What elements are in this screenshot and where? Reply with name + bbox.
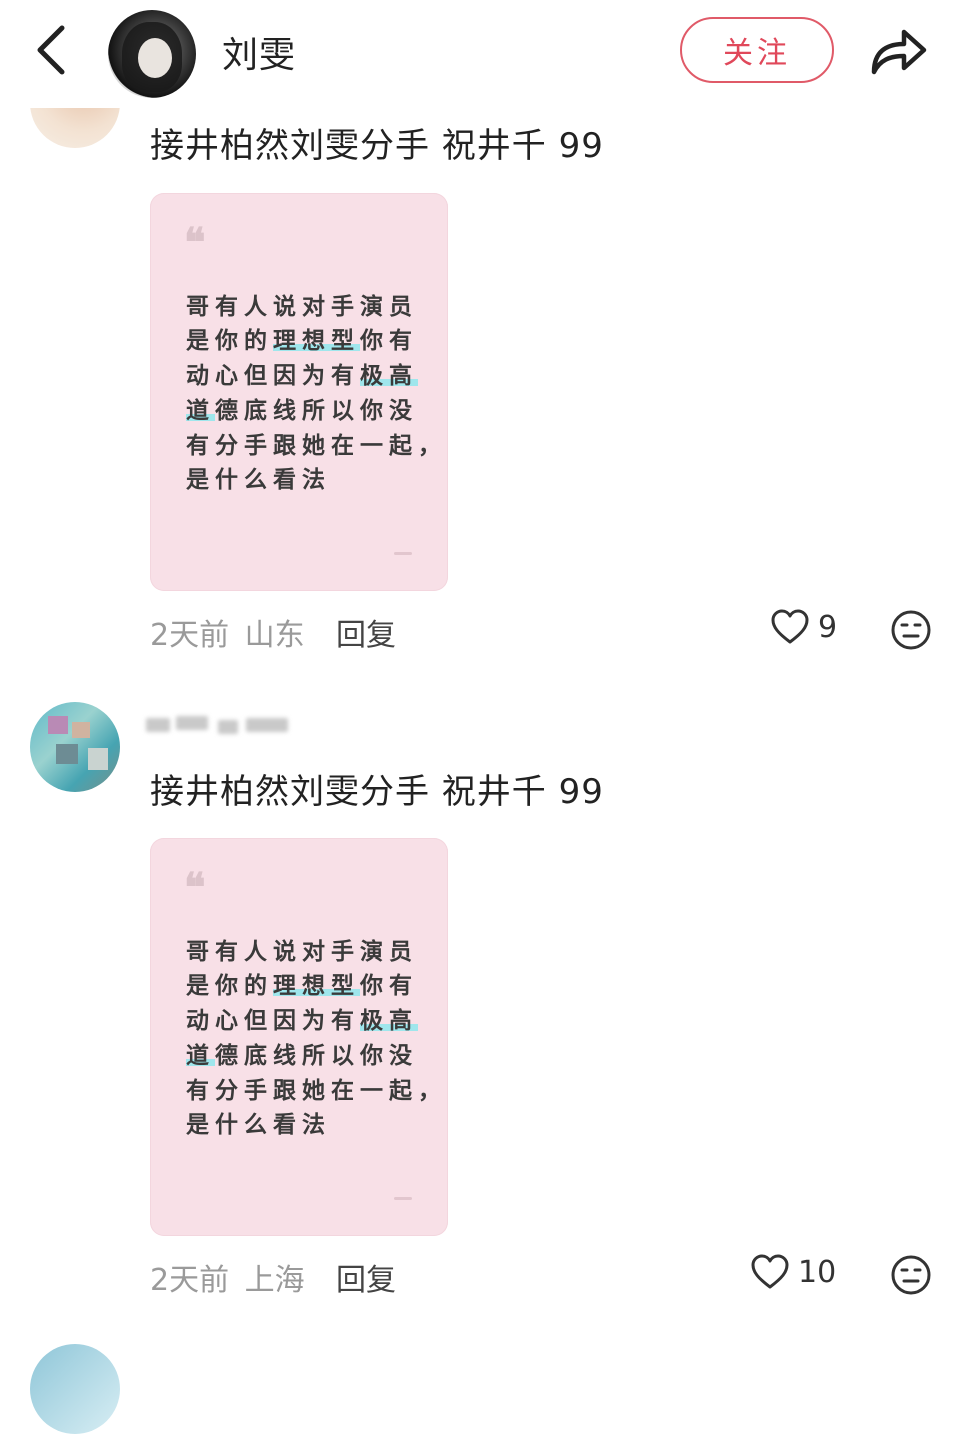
card-line: 道德底线所以你没 <box>186 398 418 424</box>
comment-location: 山东 <box>244 618 305 653</box>
commenter-avatar[interactable] <box>30 1344 120 1434</box>
dislike-button[interactable] <box>890 609 932 651</box>
like-button[interactable]: 9 <box>770 608 837 646</box>
quote-icon: ❝ <box>184 219 206 266</box>
avatar-mosaic <box>56 744 78 764</box>
highlight-mark: 道 <box>186 1043 215 1069</box>
share-arrow-icon <box>871 29 927 75</box>
highlight-mark: 极高 <box>360 1008 418 1034</box>
follow-button[interactable]: 关注 <box>680 17 834 83</box>
commenter-avatar[interactable] <box>30 702 120 792</box>
card-line: 哥有人说对手演员 <box>186 294 418 320</box>
card-line: 有分手跟她在一起， <box>186 1078 447 1104</box>
comment-text: 接井柏然刘雯分手 祝井千 99 <box>150 772 604 812</box>
card-line: 是什么看法 <box>186 1112 331 1138</box>
chevron-left-icon <box>37 25 65 75</box>
heart-icon <box>751 1254 789 1289</box>
back-button[interactable] <box>30 22 74 78</box>
comment-meta: 2天前 山东 <box>150 610 305 654</box>
like-button[interactable]: 10 <box>750 1253 836 1291</box>
question-card[interactable]: ❝ 哥有人说对手演员 是你的理想型你有 动心但因为有极高 道德底线所以你没 有分… <box>150 193 448 591</box>
card-line: 是你的理想型你有 <box>186 973 418 999</box>
card-line: 是你的理想型你有 <box>186 321 418 355</box>
card-line: 动心但因为有极高 <box>186 1008 418 1034</box>
highlight-mark: 道 <box>186 398 215 424</box>
avatar-mosaic <box>48 716 68 734</box>
share-button[interactable] <box>866 22 930 78</box>
card-dash <box>394 1197 412 1200</box>
comment-time: 2天前 <box>150 1263 230 1298</box>
avatar-mosaic <box>88 748 108 770</box>
avatar-mosaic <box>72 722 90 738</box>
card-dash <box>394 552 412 555</box>
quote-icon: ❝ <box>184 864 206 911</box>
card-line: 有分手跟她在一起， <box>186 433 447 459</box>
author-name[interactable]: 刘雯 <box>222 26 296 78</box>
commenter-username-blurred[interactable] <box>146 712 290 738</box>
like-count: 10 <box>798 1254 837 1290</box>
card-line: 道德底线所以你没 <box>186 1043 418 1069</box>
card-line-text: 是你的理想型你有 <box>186 328 418 354</box>
comment-meta: 2天前 上海 <box>150 1255 305 1299</box>
highlight-mark: 极高 <box>360 363 418 389</box>
card-line: 动心但因为有极高 <box>186 363 418 389</box>
neutral-face-icon <box>891 1255 931 1295</box>
question-card[interactable]: ❝ 哥有人说对手演员 是你的理想型你有 动心但因为有极高 道德底线所以你没 有分… <box>150 838 448 1236</box>
heart-icon <box>771 609 809 644</box>
reply-button[interactable]: 回复 <box>336 610 396 654</box>
card-line: 哥有人说对手演员 <box>186 939 418 965</box>
top-bar: 刘雯 关注 <box>0 0 960 108</box>
avatar-face <box>138 38 172 78</box>
card-line: 是什么看法 <box>186 467 331 493</box>
author-avatar[interactable] <box>108 10 196 98</box>
reply-button[interactable]: 回复 <box>336 1255 396 1299</box>
like-count: 9 <box>818 609 838 645</box>
comment-text: 接井柏然刘雯分手 祝井千 99 <box>150 126 604 166</box>
comment-time: 2天前 <box>150 618 230 653</box>
highlight-mark: 理想型 <box>273 328 360 354</box>
highlight-mark: 理想型 <box>273 973 360 999</box>
neutral-face-icon <box>891 610 931 650</box>
comment-location: 上海 <box>244 1263 305 1298</box>
dislike-button[interactable] <box>890 1254 932 1296</box>
